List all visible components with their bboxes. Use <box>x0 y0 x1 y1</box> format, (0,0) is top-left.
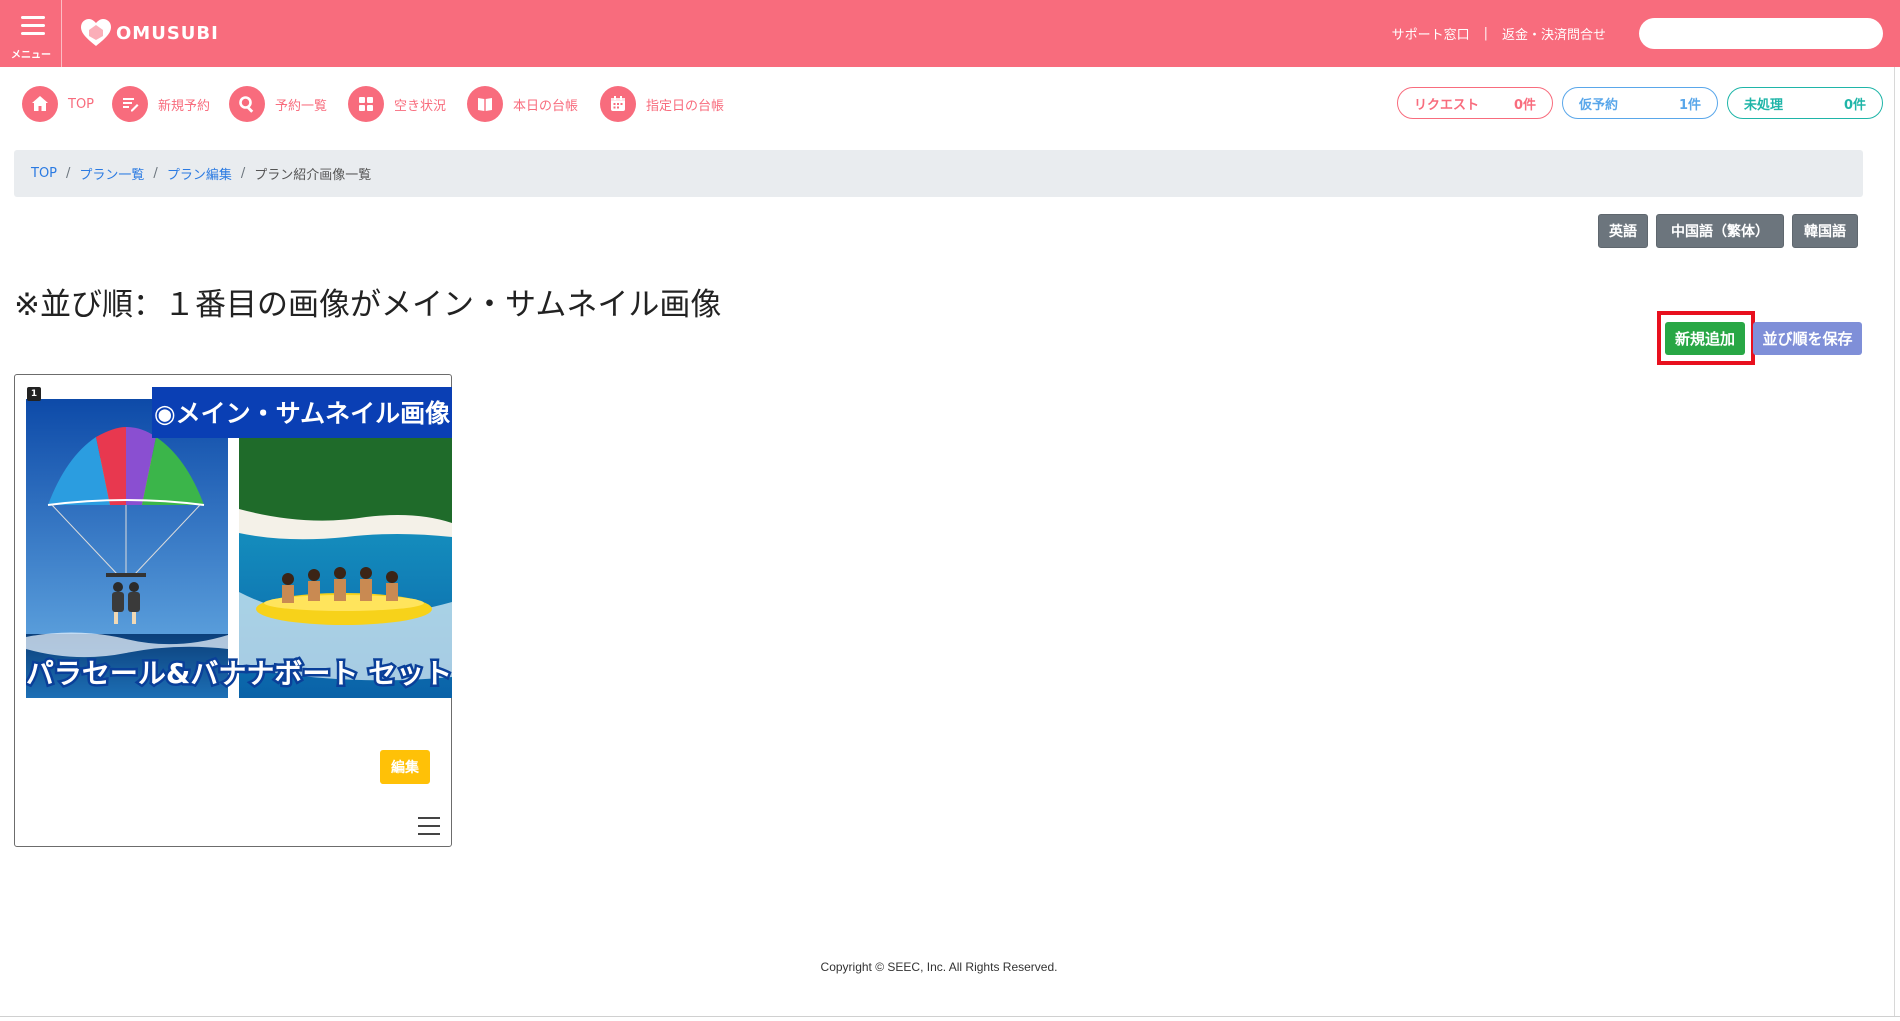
unprocessed-count: 0件 <box>1843 97 1866 113</box>
edit-image-button[interactable]: 編集 <box>380 750 430 784</box>
header-search-input[interactable] <box>1639 18 1883 49</box>
breadcrumb-plan-edit[interactable]: プラン編集 <box>167 164 232 183</box>
copyright-text: Copyright © SEEC, Inc. All Rights Reserv… <box>820 960 1058 974</box>
page-border <box>1894 67 1895 1017</box>
breadcrumb-plan-list[interactable]: プラン一覧 <box>79 164 144 183</box>
provisional-count-pill[interactable]: 仮予約 1件 <box>1562 87 1718 119</box>
nav-label-reservation-list: 予約一覧 <box>275 98 328 114</box>
nav-label-new-reservation: 新規予約 <box>158 98 211 114</box>
plan-image: ◉メイン・サムネイル画像 パラセール&バナナボート セット <box>26 387 452 698</box>
page-border <box>0 1016 1900 1017</box>
nav-item-top[interactable]: TOP <box>22 84 94 124</box>
book-icon <box>467 86 503 122</box>
main-thumbnail-banner: ◉メイン・サムネイル画像 <box>154 399 450 428</box>
add-new-button[interactable]: 新規追加 <box>1665 322 1745 355</box>
request-count-pill[interactable]: リクエスト 0件 <box>1397 87 1553 119</box>
breadcrumb-separator: / <box>153 166 158 181</box>
image-card[interactable]: ◉メイン・サムネイル画像 パラセール&バナナボート セット 1 編集 <box>14 374 452 847</box>
image-caption: パラセール&バナナボート セット <box>26 657 452 690</box>
chinese-traditional-button[interactable]: 中国語（繁体） <box>1656 214 1784 248</box>
breadcrumb-top[interactable]: TOP <box>31 166 57 181</box>
link-separator: | <box>1483 26 1488 41</box>
header-links: サポート窓口 | 返金・決済問合せ <box>1392 24 1606 43</box>
breadcrumb: TOP / プラン一覧 / プラン編集 / プラン紹介画像一覧 <box>14 150 1863 197</box>
breadcrumb-separator: / <box>240 166 246 181</box>
heart-logo-icon <box>81 19 111 46</box>
provisional-count: 1件 <box>1678 97 1701 113</box>
save-order-button[interactable]: 並び順を保存 <box>1753 322 1862 355</box>
logo-text: OMUSUBI <box>116 22 219 44</box>
nav-label-date-ledger: 指定日の台帳 <box>646 98 725 114</box>
request-count: 0件 <box>1513 97 1536 113</box>
logo[interactable]: OMUSUBI <box>80 18 219 48</box>
nav-item-new-reservation[interactable]: 新規予約 <box>112 84 210 124</box>
edit-icon <box>112 86 148 122</box>
nav-item-date-ledger[interactable]: 指定日の台帳 <box>600 84 724 124</box>
support-link[interactable]: サポート窓口 <box>1392 24 1470 43</box>
nav-item-reservation-list[interactable]: 予約一覧 <box>229 84 327 124</box>
nav-item-availability[interactable]: 空き状況 <box>348 84 446 124</box>
nav-item-today-ledger[interactable]: 本日の台帳 <box>467 84 578 124</box>
grid-icon <box>348 86 384 122</box>
menu-label: メニュー <box>11 50 51 61</box>
top-header: メニュー OMUSUBI サポート窓口 | 返金・決済問合せ <box>0 0 1900 67</box>
breadcrumb-current: プラン紹介画像一覧 <box>254 168 372 183</box>
unprocessed-count-pill[interactable]: 未処理 0件 <box>1727 87 1883 119</box>
page-heading: ※並び順：１番目の画像がメイン・サムネイル画像 <box>14 287 722 323</box>
nav-label-availability: 空き状況 <box>394 98 447 114</box>
refund-inquiry-link[interactable]: 返金・決済問合せ <box>1502 24 1606 43</box>
menu-button[interactable]: メニュー <box>0 0 62 67</box>
provisional-label: 仮予約 <box>1579 97 1619 113</box>
english-button[interactable]: 英語 <box>1598 214 1648 248</box>
hamburger-icon <box>21 16 45 35</box>
home-icon <box>22 86 58 122</box>
nav-label-top: TOP <box>68 96 95 112</box>
calendar-icon <box>600 86 636 122</box>
breadcrumb-separator: / <box>66 166 71 181</box>
search-icon <box>229 86 265 122</box>
image-order-badge: 1 <box>27 387 41 401</box>
nav-label-today-ledger: 本日の台帳 <box>513 98 579 114</box>
drag-handle-icon[interactable] <box>418 817 440 835</box>
korean-button[interactable]: 韓国語 <box>1792 214 1858 248</box>
unprocessed-label: 未処理 <box>1744 97 1784 113</box>
request-label: リクエスト <box>1414 97 1480 113</box>
